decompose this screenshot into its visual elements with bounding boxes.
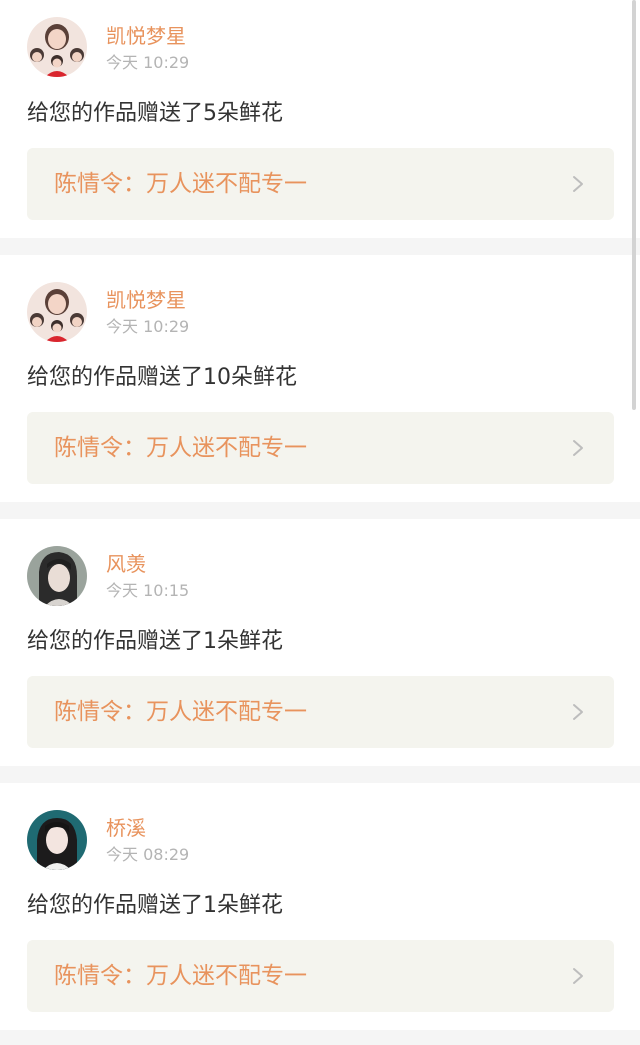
chevron-right-icon [573,704,583,720]
username[interactable]: 风羡 [106,552,146,576]
gift-message: 给您的作品赠送了10朵鲜花 [27,365,297,390]
timestamp: 今天 08:29 [106,845,190,864]
work-link-row[interactable]: 陈情令：万人迷不配专一 [27,940,614,1012]
chevron-right-icon [573,176,583,192]
work-title: 陈情令：万人迷不配专一 [54,171,307,197]
user-avatar[interactable] [27,546,87,606]
username[interactable]: 凯悦梦星 [106,24,186,48]
work-link-row[interactable]: 陈情令：万人迷不配专一 [27,412,614,484]
work-link-row[interactable]: 陈情令：万人迷不配专一 [27,148,614,220]
work-title: 陈情令：万人迷不配专一 [54,963,307,989]
gift-message: 给您的作品赠送了1朵鲜花 [27,629,283,654]
user-avatar[interactable] [27,17,87,77]
gift-message: 给您的作品赠送了5朵鲜花 [27,101,283,126]
timestamp: 今天 10:15 [106,581,190,600]
user-avatar[interactable] [27,810,87,870]
scrollbar[interactable] [632,0,636,410]
work-link-row[interactable]: 陈情令：万人迷不配专一 [27,676,614,748]
notification-card: 桥溪 今天 08:29 给您的作品赠送了1朵鲜花 陈情令：万人迷不配专一 [0,783,640,1030]
user-avatar[interactable] [27,282,87,342]
notification-card: 风羡 今天 10:15 给您的作品赠送了1朵鲜花 陈情令：万人迷不配专一 [0,519,640,766]
notification-card: 凯悦梦星 今天 10:29 给您的作品赠送了5朵鲜花 陈情令：万人迷不配专一 [0,0,640,238]
timestamp: 今天 10:29 [106,53,190,72]
username[interactable]: 凯悦梦星 [106,288,186,312]
work-title: 陈情令：万人迷不配专一 [54,435,307,461]
timestamp: 今天 10:29 [106,317,190,336]
username[interactable]: 桥溪 [106,816,146,840]
chevron-right-icon [573,968,583,984]
notification-card: 凯悦梦星 今天 10:29 给您的作品赠送了10朵鲜花 陈情令：万人迷不配专一 [0,255,640,502]
gift-message: 给您的作品赠送了1朵鲜花 [27,893,283,918]
chevron-right-icon [573,440,583,456]
work-title: 陈情令：万人迷不配专一 [54,699,307,725]
